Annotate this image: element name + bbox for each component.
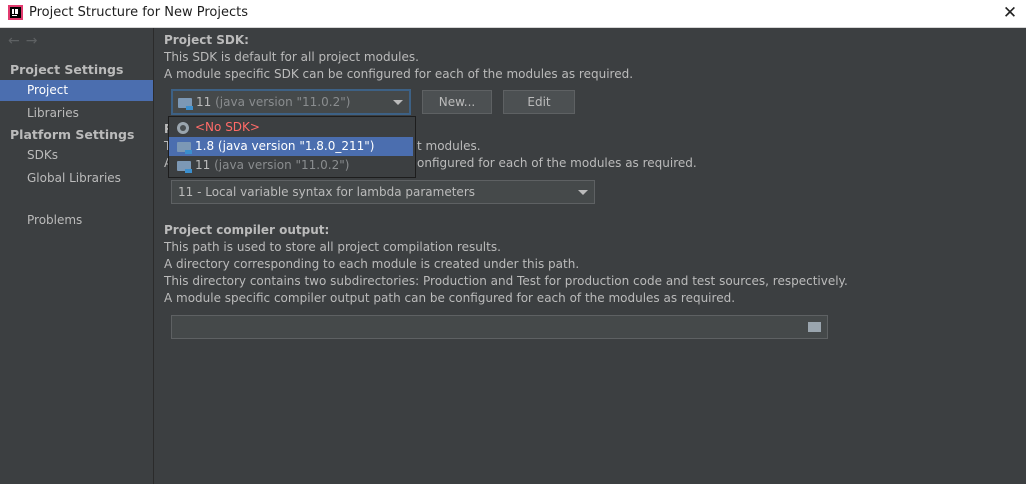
window-titlebar: Project Structure for New Projects ✕: [0, 0, 1026, 28]
sidebar: ←→ Project Settings Project Libraries Pl…: [0, 28, 154, 484]
intellij-logo-icon: [8, 5, 23, 20]
forward-arrow-icon[interactable]: →: [26, 33, 44, 49]
compiler-output-path-field[interactable]: [171, 315, 828, 339]
sdk-dropdown-list: <No SDK> 1.8 (java version "1.8.0_211") …: [168, 116, 416, 178]
compiler-output-line-2: A directory corresponding to each module…: [164, 257, 580, 271]
no-sdk-icon: [177, 121, 189, 134]
back-arrow-icon[interactable]: ←: [8, 33, 26, 49]
new-sdk-button[interactable]: New...: [422, 90, 492, 114]
chevron-down-icon: [578, 190, 588, 195]
sdk-folder-icon: [177, 141, 192, 154]
sidebar-heading-project-settings: Project Settings: [10, 62, 124, 77]
sdk-option-11[interactable]: 11 (java version "11.0.2"): [169, 156, 413, 175]
project-sdk-heading: Project SDK:: [164, 33, 249, 47]
sdk-combo[interactable]: 11 (java version "11.0.2"): [171, 89, 411, 115]
sdk-folder-icon: [177, 160, 192, 173]
sidebar-item-global-libraries[interactable]: Global Libraries: [0, 168, 153, 189]
language-level-value: 11 - Local variable syntax for lambda pa…: [178, 185, 475, 199]
sdk-option-no-sdk[interactable]: <No SDK>: [169, 118, 413, 137]
window-title: Project Structure for New Projects: [29, 5, 248, 20]
sidebar-item-project[interactable]: Project: [0, 80, 153, 101]
compiler-output-line-3: This directory contains two subdirectori…: [164, 274, 848, 288]
project-sdk-desc-1: This SDK is default for all project modu…: [164, 50, 419, 64]
main-panel: Project SDK: This SDK is default for all…: [154, 28, 1026, 484]
project-sdk-desc-2: A module specific SDK can be configured …: [164, 67, 634, 81]
sdk-folder-icon: [178, 97, 193, 110]
browse-folder-icon[interactable]: [808, 322, 821, 332]
sidebar-item-libraries[interactable]: Libraries: [0, 103, 153, 124]
sidebar-heading-platform-settings: Platform Settings: [10, 127, 135, 142]
compiler-output-line-4: A module specific compiler output path c…: [164, 291, 736, 305]
compiler-output-line-1: This path is used to store all project c…: [164, 240, 501, 254]
chevron-down-icon: [393, 100, 403, 105]
close-icon[interactable]: ✕: [998, 2, 1022, 24]
sidebar-item-problems[interactable]: Problems: [0, 210, 153, 231]
edit-sdk-button[interactable]: Edit: [503, 90, 575, 114]
sidebar-item-sdks[interactable]: SDKs: [0, 145, 153, 166]
sdk-combo-value: 11 (java version "11.0.2"): [178, 95, 350, 110]
language-level-desc-1-end: t modules.: [417, 139, 481, 153]
language-level-combo[interactable]: 11 - Local variable syntax for lambda pa…: [171, 180, 595, 204]
sdk-option-1-8[interactable]: 1.8 (java version "1.8.0_211"): [169, 137, 413, 156]
language-level-desc-2-end: onfigured for each of the modules as req…: [417, 156, 697, 170]
compiler-output-heading: Project compiler output:: [164, 223, 330, 237]
nav-arrows: ←→: [8, 33, 43, 49]
